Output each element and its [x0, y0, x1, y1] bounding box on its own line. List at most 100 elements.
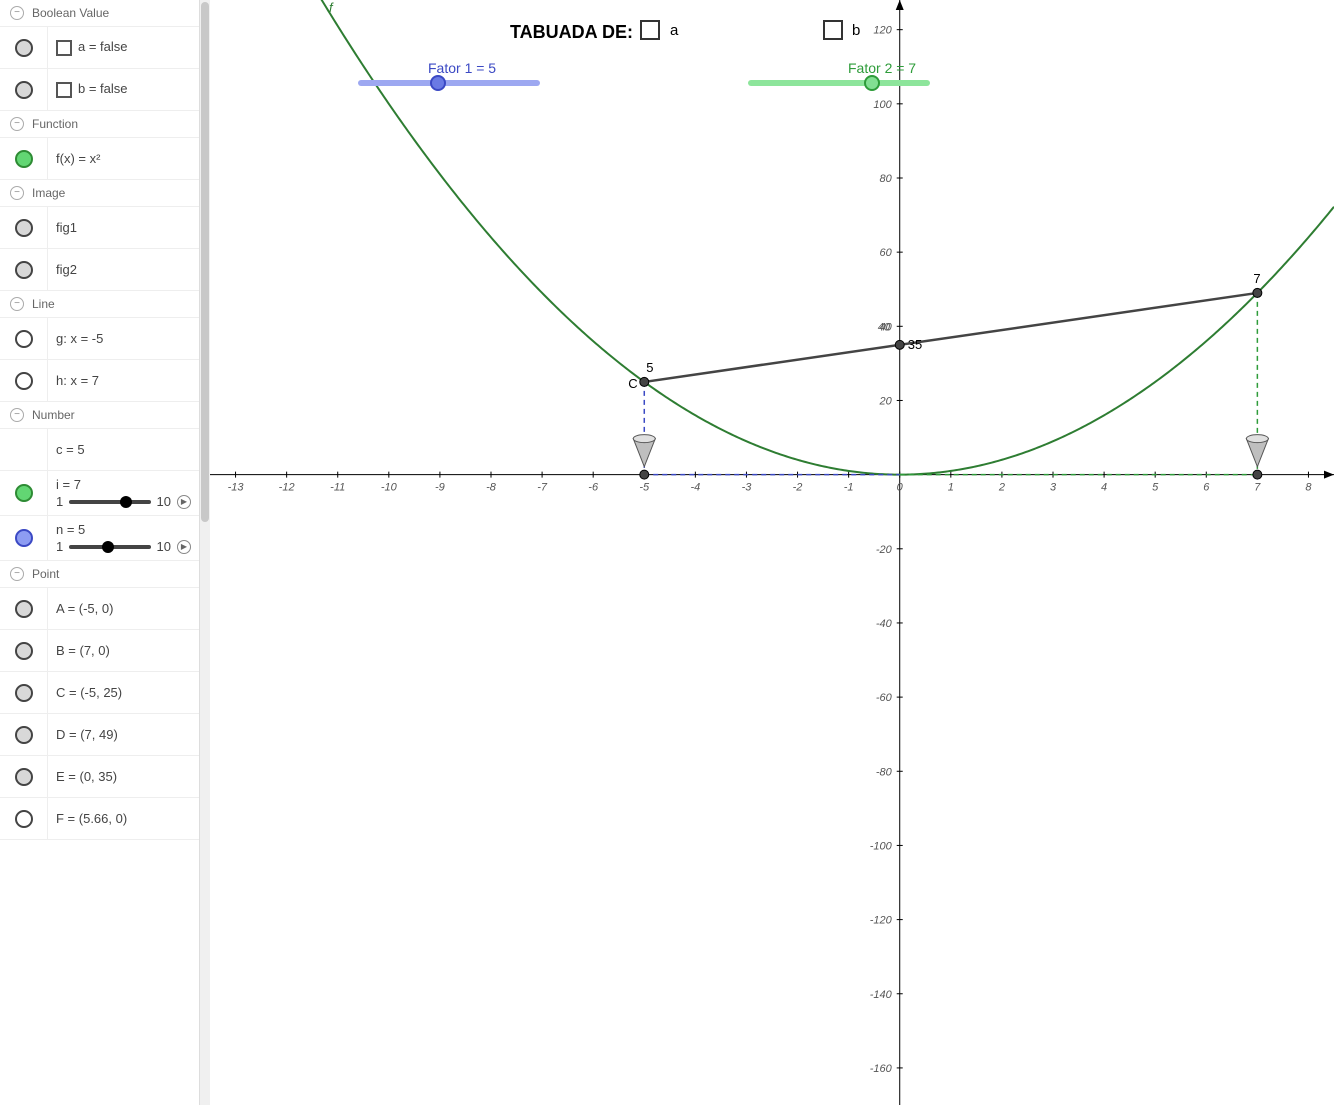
label-a: a: [670, 22, 678, 39]
section-number[interactable]: − Number: [0, 402, 199, 429]
section-line[interactable]: − Line: [0, 291, 199, 318]
svg-text:-9: -9: [435, 482, 445, 494]
slider-knob[interactable]: [102, 541, 114, 553]
collapse-icon[interactable]: −: [10, 408, 24, 422]
visibility-toggle[interactable]: [15, 684, 33, 702]
item-point-C[interactable]: C = (-5, 25): [0, 672, 199, 714]
visibility-toggle[interactable]: [15, 484, 33, 502]
section-boolean-value[interactable]: − Boolean Value: [0, 0, 199, 27]
svg-text:-10: -10: [381, 482, 398, 494]
item-label: B = (7, 0): [56, 643, 110, 658]
item-label: D = (7, 49): [56, 727, 118, 742]
svg-text:-8: -8: [486, 482, 497, 494]
svg-text:0: 0: [897, 482, 904, 494]
checkbox-b[interactable]: [823, 20, 843, 40]
collapse-icon[interactable]: −: [10, 117, 24, 131]
section-label: Image: [32, 186, 65, 200]
slider-fator2[interactable]: [748, 80, 930, 86]
svg-text:-13: -13: [228, 482, 245, 494]
visibility-toggle[interactable]: [15, 768, 33, 786]
checkbox-icon[interactable]: [56, 82, 72, 98]
item-label: n = 5: [56, 522, 191, 537]
svg-text:-20: -20: [876, 544, 893, 556]
visibility-toggle[interactable]: [15, 600, 33, 618]
play-icon[interactable]: ▶: [177, 540, 191, 554]
svg-text:-5: -5: [639, 482, 650, 494]
svg-text:2: 2: [998, 482, 1005, 494]
svg-text:-7: -7: [537, 482, 548, 494]
item-g-line[interactable]: g: x = -5: [0, 318, 199, 360]
svg-text:100: 100: [873, 99, 892, 111]
section-point[interactable]: − Point: [0, 561, 199, 588]
slider-i[interactable]: [69, 500, 150, 504]
item-label: C = (-5, 25): [56, 685, 122, 700]
slider-handle[interactable]: [864, 75, 880, 91]
visibility-toggle[interactable]: [15, 726, 33, 744]
item-label: b = false: [78, 81, 128, 96]
algebra-panel[interactable]: − Boolean Value a = false b = false − Fu…: [0, 0, 200, 1105]
slider-knob[interactable]: [120, 496, 132, 508]
slider-n[interactable]: [69, 545, 150, 549]
visibility-toggle[interactable]: [15, 330, 33, 348]
collapse-icon[interactable]: −: [10, 567, 24, 581]
visibility-toggle[interactable]: [15, 642, 33, 660]
item-f-function[interactable]: f(x) = x²: [0, 138, 199, 180]
item-h-line[interactable]: h: x = 7: [0, 360, 199, 402]
visibility-toggle[interactable]: [15, 529, 33, 547]
item-c-number[interactable]: c = 5: [0, 429, 199, 471]
item-point-E[interactable]: E = (0, 35): [0, 756, 199, 798]
section-function[interactable]: − Function: [0, 111, 199, 138]
collapse-icon[interactable]: −: [10, 297, 24, 311]
item-point-B[interactable]: B = (7, 0): [0, 630, 199, 672]
slider-handle[interactable]: [430, 75, 446, 91]
visibility-toggle[interactable]: [15, 219, 33, 237]
item-label: h: x = 7: [56, 373, 99, 388]
visibility-toggle[interactable]: [15, 81, 33, 99]
svg-text:8: 8: [1305, 482, 1312, 494]
item-label: g: x = -5: [56, 331, 103, 346]
slider-max: 10: [157, 494, 171, 509]
checkbox-a[interactable]: [640, 20, 660, 40]
svg-text:7: 7: [1253, 271, 1260, 286]
item-point-F[interactable]: F = (5.66, 0): [0, 798, 199, 840]
item-label: f(x) = x²: [56, 151, 100, 166]
play-icon[interactable]: ▶: [177, 495, 191, 509]
item-i-number[interactable]: i = 7 1 10 ▶: [0, 471, 199, 516]
visibility-toggle[interactable]: [15, 261, 33, 279]
svg-text:5: 5: [646, 360, 653, 375]
item-fig2[interactable]: fig2: [0, 249, 199, 291]
item-a-bool[interactable]: a = false: [0, 27, 199, 69]
item-point-A[interactable]: A = (-5, 0): [0, 588, 199, 630]
sidebar-scrollbar[interactable]: [200, 0, 210, 1105]
visibility-toggle[interactable]: [15, 150, 33, 168]
visibility-toggle[interactable]: [15, 39, 33, 57]
item-b-bool[interactable]: b = false: [0, 69, 199, 111]
item-label: A = (-5, 0): [56, 601, 113, 616]
section-label: Function: [32, 117, 78, 131]
item-point-D[interactable]: D = (7, 49): [0, 714, 199, 756]
visibility-toggle[interactable]: [15, 810, 33, 828]
item-label: a = false: [78, 39, 128, 54]
section-label: Line: [32, 297, 55, 311]
item-label: E = (0, 35): [56, 769, 117, 784]
item-label: F = (5.66, 0): [56, 811, 127, 826]
section-label: Boolean Value: [32, 6, 109, 20]
item-fig1[interactable]: fig1: [0, 207, 199, 249]
section-image[interactable]: − Image: [0, 180, 199, 207]
collapse-icon[interactable]: −: [10, 186, 24, 200]
scrollbar-thumb[interactable]: [201, 2, 209, 522]
item-n-number[interactable]: n = 5 1 10 ▶: [0, 516, 199, 561]
item-label: c = 5: [56, 442, 85, 457]
slider-min: 1: [56, 539, 63, 554]
slider-fator1[interactable]: [358, 80, 540, 86]
fator2-label: Fator 2 = 7: [848, 60, 916, 76]
collapse-icon[interactable]: −: [10, 6, 24, 20]
svg-text:-12: -12: [279, 482, 295, 494]
svg-text:20: 20: [878, 395, 892, 407]
graphics-view[interactable]: -13-12-11-10-9-8-7-6-5-4-3-2-1012345678-…: [210, 0, 1334, 1105]
visibility-toggle[interactable]: [15, 372, 33, 390]
checkbox-icon[interactable]: [56, 40, 72, 56]
svg-text:40: 40: [878, 321, 891, 333]
svg-text:-2: -2: [793, 482, 803, 494]
title-label: TABUADA DE:: [510, 22, 633, 43]
